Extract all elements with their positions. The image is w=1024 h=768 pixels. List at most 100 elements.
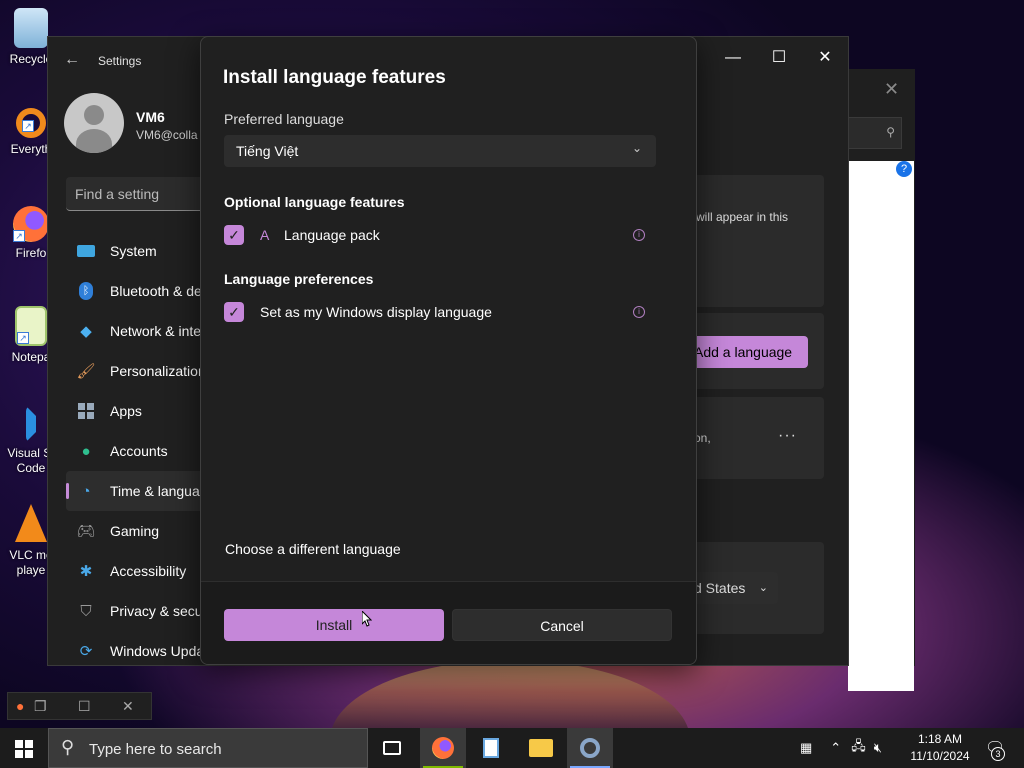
preferred-language-dropdown[interactable]: Tiếng Việt ⌄ [224, 135, 656, 167]
preferred-language-label: Preferred language [224, 111, 344, 127]
taskbar-file-explorer[interactable] [518, 728, 564, 768]
close-button[interactable]: ✕ [802, 43, 848, 73]
preferred-language-value: Tiếng Việt [236, 143, 299, 159]
vscode-icon [26, 406, 36, 442]
background-settings-window[interactable]: ✕ ⚲ ? [840, 69, 915, 691]
search-icon: ⚲ [886, 125, 895, 139]
sidebar-item-personalization[interactable]: 🖌 Personalization [66, 351, 206, 391]
notepad-icon [483, 738, 499, 758]
sidebar-item-privacy[interactable]: ⛉ Privacy & secu [66, 591, 206, 631]
action-center-icon[interactable]: ▦ [800, 740, 812, 756]
user-email: VM6@colla [136, 128, 198, 142]
sidebar-nav: System ᛒ Bluetooth & de ◆ Network & inte… [66, 231, 206, 665]
display-language-label: Set as my Windows display language [260, 304, 492, 320]
sidebar-item-accounts[interactable]: ● Accounts [66, 431, 206, 471]
restore-icon[interactable]: ❐ [34, 698, 47, 715]
card-description: will appear in this [696, 210, 789, 224]
sidebar-item-label: Time & langua [110, 483, 200, 499]
language-pack-label: Language pack [284, 227, 380, 243]
system-tray: ▦ ⌃ 🖧︎ 🔇︎ [800, 728, 882, 768]
sidebar-item-label: Apps [110, 403, 142, 419]
sidebar-item-bluetooth[interactable]: ᛒ Bluetooth & de [66, 271, 206, 311]
sidebar-item-label: Network & inte [110, 323, 202, 339]
sidebar-item-label: Accounts [110, 443, 168, 459]
folder-icon [529, 739, 553, 757]
sidebar-item-time-language[interactable]: ◔ Time & langua [66, 471, 206, 511]
sidebar-item-label: Personalization [110, 363, 206, 379]
sidebar-item-network[interactable]: ◆ Network & inte [66, 311, 206, 351]
choose-different-language-link[interactable]: Choose a different language [225, 541, 401, 557]
sidebar-item-label: Bluetooth & de [110, 283, 202, 299]
info-icon[interactable]: i [633, 306, 645, 318]
region-dropdown[interactable]: d States ⌄ [688, 572, 778, 604]
shield-icon: ⛉ [80, 602, 92, 620]
firefox-icon: ● [16, 698, 25, 714]
notification-count-badge: 3 [991, 747, 1005, 761]
more-options-button[interactable]: ··· [778, 427, 797, 445]
back-arrow-icon[interactable]: ← [64, 51, 80, 69]
apps-icon [76, 401, 96, 421]
sidebar-item-accessibility[interactable]: ✱ Accessibility [66, 551, 206, 591]
language-pack-checkbox[interactable]: ✓ [224, 225, 244, 245]
notepad-icon: ↗ [15, 306, 47, 346]
wifi-icon: ◆ [80, 323, 92, 340]
taskbar: ⚲ Type here to search ▦ ⌃ 🖧︎ 🔇︎ 1:18 AM … [0, 728, 1024, 768]
clock[interactable]: 1:18 AM 11/10/2024 [905, 731, 975, 765]
user-name: VM6 [136, 109, 165, 125]
shortcut-arrow-icon: ↗ [13, 230, 25, 242]
close-icon[interactable]: ✕ [884, 79, 899, 100]
gear-icon [580, 738, 600, 758]
maximize-button[interactable]: ☐ [756, 43, 802, 73]
display-language-checkbox[interactable]: ✓ [224, 302, 244, 322]
info-icon[interactable]: i [633, 229, 645, 241]
sidebar-item-label: System [110, 243, 157, 259]
network-icon[interactable]: 🖧︎ [851, 737, 866, 759]
gamepad-icon: 🎮︎ [76, 523, 96, 540]
shortcut-arrow-icon: ↗ [22, 120, 34, 132]
firefox-icon [432, 737, 454, 759]
search-input[interactable]: ⚲ [848, 117, 902, 149]
taskbar-firefox[interactable] [420, 728, 466, 768]
update-icon: ⟳ [79, 643, 93, 660]
taskbar-search-placeholder: Type here to search [89, 741, 222, 758]
add-language-button[interactable]: Add a language [688, 336, 808, 368]
taskbar-search[interactable]: ⚲ Type here to search [48, 728, 368, 768]
task-view-icon [383, 741, 401, 755]
language-pack-icon: A [260, 227, 270, 243]
maximize-icon[interactable]: ☐ [78, 698, 91, 715]
taskbar-settings[interactable] [567, 728, 613, 768]
install-language-features-dialog: Install language features Preferred lang… [200, 36, 697, 665]
taskbar-notepad[interactable] [468, 728, 514, 768]
avatar [64, 93, 124, 153]
sidebar-item-label: Windows Upda [110, 643, 205, 659]
chevron-up-icon[interactable]: ⌃ [830, 740, 841, 756]
sidebar-item-gaming[interactable]: 🎮︎ Gaming [66, 511, 206, 551]
recycle-bin-icon [14, 8, 48, 48]
sidebar-item-system[interactable]: System [66, 231, 206, 271]
find-setting-input[interactable]: Find a setting [66, 177, 206, 211]
vlc-icon [15, 504, 47, 542]
accessibility-icon: ✱ [79, 563, 93, 580]
minimize-button[interactable]: — [710, 43, 756, 73]
search-icon: ⚲ [61, 737, 75, 757]
close-icon[interactable]: ✕ [122, 698, 134, 715]
bluetooth-icon: ᛒ [76, 281, 96, 301]
mini-window-controls: ● ❐ ☐ ✕ [7, 692, 152, 720]
sidebar-item-apps[interactable]: Apps [66, 391, 206, 431]
dialog-footer: Install Cancel [201, 581, 696, 664]
install-button[interactable]: Install [224, 609, 444, 641]
display-language-row: ✓ Set as my Windows display language [224, 301, 492, 323]
firefox-icon: ↗ [13, 206, 49, 242]
cancel-button[interactable]: Cancel [452, 609, 672, 641]
clock-date: 11/10/2024 [910, 749, 970, 763]
start-button[interactable] [15, 740, 33, 758]
sidebar-item-label: Privacy & secu [110, 603, 203, 619]
volume-muted-icon[interactable]: 🔇︎ [874, 740, 882, 756]
language-pack-row: ✓ A Language pack [224, 224, 380, 246]
task-view-button[interactable] [369, 728, 415, 768]
person-icon: ● [81, 442, 91, 460]
help-icon[interactable]: ? [896, 161, 912, 177]
region-value: d States [694, 580, 746, 596]
optional-features-header: Optional language features [224, 194, 405, 210]
sidebar-item-windows-update[interactable]: ⟳ Windows Upda [66, 631, 206, 665]
